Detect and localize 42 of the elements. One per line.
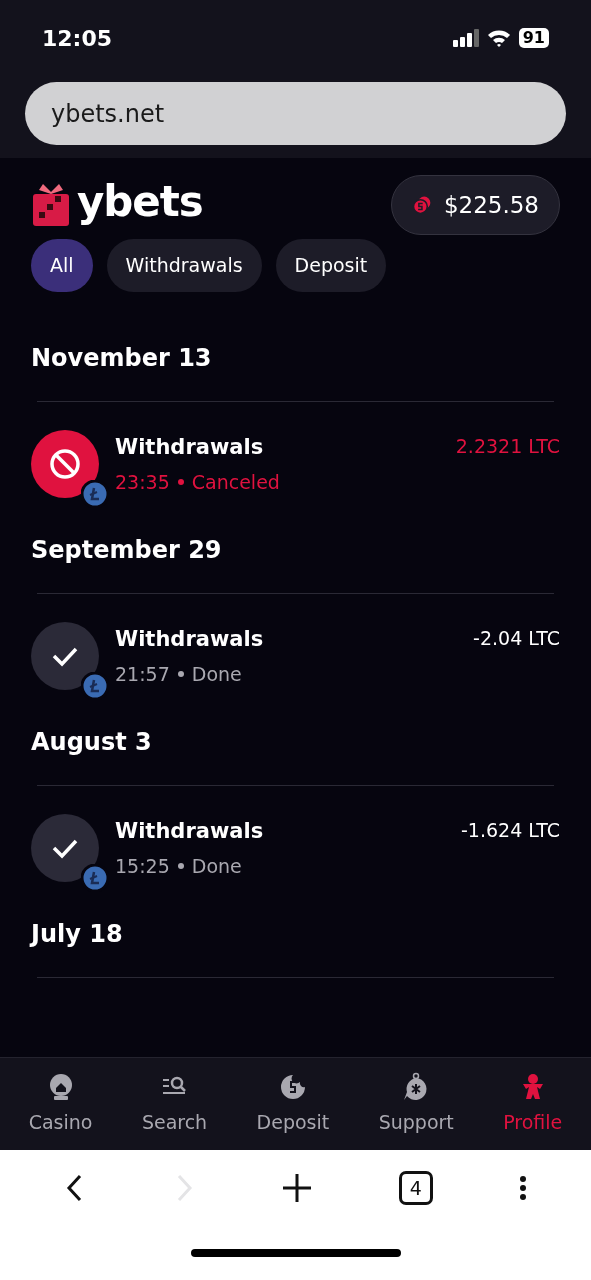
transaction-time: 23:35 (115, 469, 170, 495)
date-heading: September 29 (31, 535, 222, 566)
nav-tab[interactable]: Casino (28, 1071, 93, 1137)
litecoin-icon (81, 480, 109, 508)
filter-tab[interactable]: All (31, 239, 93, 292)
separator-dot-icon (177, 670, 184, 677)
nav-tab[interactable]: Support (378, 1071, 454, 1137)
wifi-icon (486, 29, 511, 47)
transaction-title: Withdrawals (115, 626, 264, 653)
transaction-status: Canceled (191, 469, 280, 495)
new-tab-icon[interactable] (281, 1172, 314, 1204)
balance-button[interactable]: $225.58 (391, 175, 560, 235)
gift-box-icon (31, 182, 71, 228)
transaction-time: 15:25 (115, 853, 170, 879)
transaction-status: Done (191, 661, 242, 687)
filter-tab[interactable]: Deposit (275, 239, 387, 292)
date-heading: November 13 (31, 343, 212, 374)
nav-tab[interactable]: Deposit (256, 1071, 330, 1137)
litecoin-icon (81, 864, 109, 892)
separator-dot-icon (177, 862, 184, 869)
transaction-amount: -2.04 LTC (473, 626, 560, 651)
signal-icon (452, 29, 479, 47)
prohibited-icon (49, 448, 81, 480)
transaction-status: Done (191, 853, 242, 879)
nav-tab[interactable]: Search (141, 1071, 208, 1137)
status-time: 12:05 (42, 24, 113, 53)
transaction-title: Withdrawals (115, 434, 264, 461)
litecoin-icon (81, 672, 109, 700)
transaction-amount: 2.2321 LTC (455, 434, 560, 459)
logo-text: ybets (77, 181, 203, 228)
transaction-time: 21:57 (115, 661, 170, 687)
separator-dot-icon (177, 478, 184, 485)
transaction-title: Withdrawals (115, 818, 264, 845)
tab-count-button[interactable]: 4 (398, 1171, 433, 1205)
date-heading: July 18 (31, 919, 123, 950)
address-bar[interactable]: ybets.net (25, 82, 566, 145)
filter-tab[interactable]: Withdrawals (106, 239, 262, 292)
date-heading: August 3 (31, 727, 152, 758)
transaction-amount: -1.624 LTC (460, 818, 560, 843)
more-icon[interactable] (518, 1173, 529, 1203)
nav-tab[interactable]: Profile (503, 1071, 563, 1137)
battery-indicator: 91 (518, 28, 549, 48)
